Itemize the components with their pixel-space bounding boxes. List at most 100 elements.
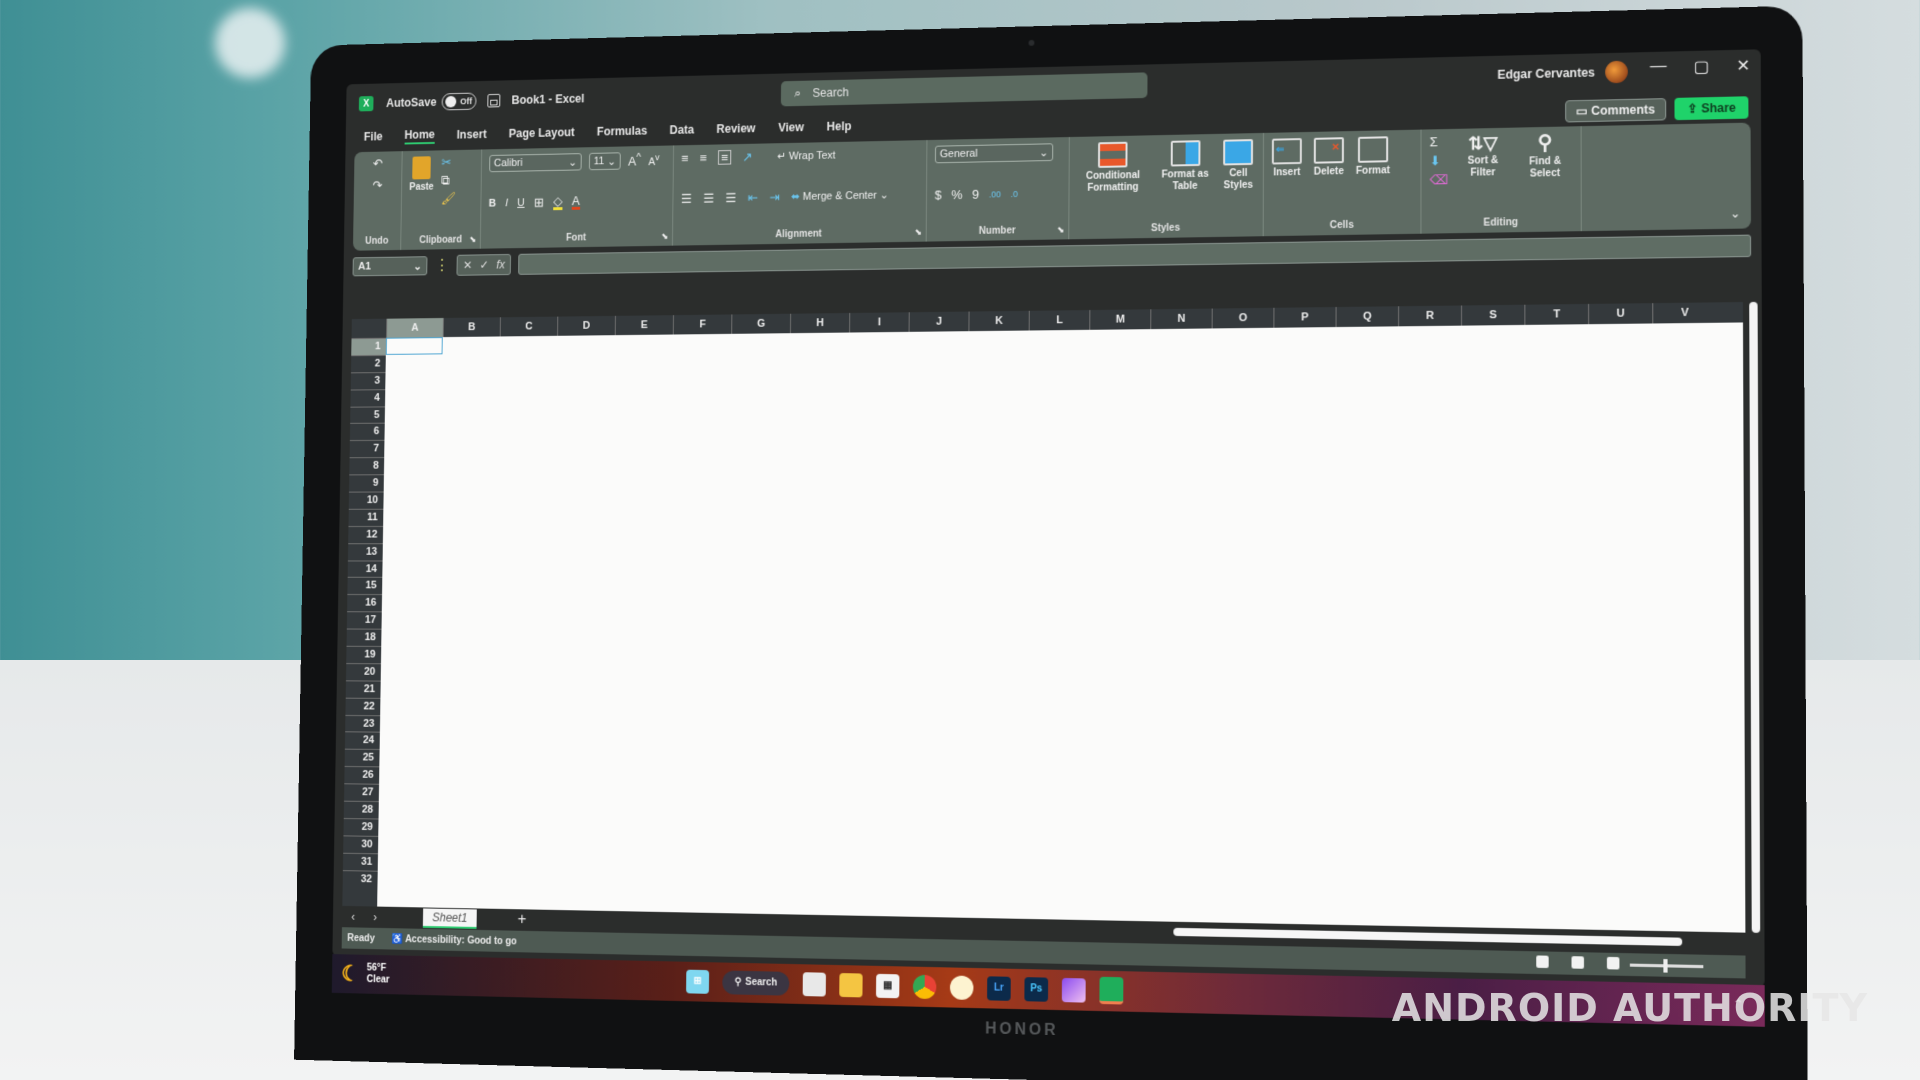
- row-header[interactable]: 20: [346, 663, 381, 680]
- clear-icon[interactable]: ⌫: [1430, 173, 1449, 186]
- insert-function-button[interactable]: fx: [496, 258, 505, 272]
- row-header[interactable]: 31: [343, 852, 378, 870]
- column-header[interactable]: B: [443, 317, 500, 337]
- task-view-icon[interactable]: [803, 972, 826, 996]
- column-header[interactable]: P: [1273, 307, 1335, 328]
- start-icon[interactable]: ⊞: [686, 969, 709, 993]
- column-header[interactable]: J: [909, 312, 969, 332]
- tab-data[interactable]: Data: [670, 123, 695, 137]
- decrease-indent-icon[interactable]: ⇤: [748, 191, 758, 204]
- row-header[interactable]: 21: [346, 680, 381, 697]
- save-icon[interactable]: [488, 94, 501, 108]
- accessibility-status[interactable]: ♿ Accessibility: Good to go: [391, 934, 517, 947]
- row-header[interactable]: 12: [348, 526, 383, 543]
- wrap-text-button[interactable]: ↵ Wrap Text: [777, 149, 835, 163]
- column-header[interactable]: I: [849, 312, 909, 332]
- row-header[interactable]: 15: [347, 577, 382, 594]
- borders-icon[interactable]: ⊞: [534, 196, 544, 209]
- insert-cells-button[interactable]: ⇐ Insert: [1272, 138, 1302, 179]
- row-header[interactable]: 18: [347, 629, 382, 646]
- conditional-formatting-button[interactable]: Conditional Formatting: [1077, 141, 1148, 194]
- chrome-icon[interactable]: [913, 974, 937, 999]
- normal-view-button[interactable]: [1536, 955, 1548, 968]
- column-header[interactable]: V: [1652, 302, 1717, 323]
- row-header[interactable]: 1: [351, 338, 386, 355]
- store-icon[interactable]: ▦: [876, 973, 899, 997]
- excel-taskbar-icon[interactable]: [1099, 977, 1123, 1005]
- restore-button[interactable]: ▢: [1694, 57, 1710, 78]
- row-header[interactable]: 23: [345, 715, 380, 733]
- column-header[interactable]: A: [386, 318, 443, 338]
- vertical-scrollbar[interactable]: [1749, 302, 1760, 933]
- row-header[interactable]: 26: [344, 766, 379, 784]
- tab-home[interactable]: Home: [404, 127, 435, 144]
- share-button[interactable]: ⇪ Share: [1675, 96, 1749, 120]
- tab-formulas[interactable]: Formulas: [597, 124, 647, 139]
- number-launcher-icon[interactable]: ⬊: [1057, 225, 1064, 236]
- increase-font-icon[interactable]: A^: [628, 153, 641, 168]
- format-painter-icon[interactable]: 🖌: [441, 192, 456, 205]
- font-size-select[interactable]: 11 ⌄: [589, 152, 621, 170]
- percent-button[interactable]: %: [951, 188, 962, 201]
- orientation-icon[interactable]: ↗: [742, 151, 752, 164]
- search-input[interactable]: ⌕ Search: [781, 72, 1148, 106]
- prev-sheet-button[interactable]: ‹: [342, 910, 364, 924]
- row-header[interactable]: 14: [348, 560, 383, 577]
- minimize-button[interactable]: —: [1650, 58, 1667, 79]
- row-header[interactable]: 17: [347, 612, 382, 629]
- column-header[interactable]: M: [1089, 309, 1150, 330]
- page-layout-view-button[interactable]: [1572, 956, 1584, 969]
- worksheet-grid[interactable]: ABCDEFGHIJKLMNOPQRSTUV 1 2 3 4 5 6 7 8 9 10 11 12 13…: [342, 302, 1745, 933]
- tab-insert[interactable]: Insert: [457, 127, 487, 141]
- align-center-icon[interactable]: ☰: [703, 191, 714, 204]
- zoom-slider-thumb[interactable]: [1663, 959, 1667, 973]
- redo-icon[interactable]: ↷: [373, 179, 383, 192]
- row-header[interactable]: 10: [349, 492, 384, 509]
- tab-help[interactable]: Help: [827, 119, 852, 133]
- row-header[interactable]: 7: [350, 440, 385, 457]
- onenote-icon[interactable]: [1062, 977, 1086, 1002]
- name-box[interactable]: A1 ⌄: [353, 256, 428, 276]
- align-left-icon[interactable]: ☰: [681, 192, 692, 205]
- zoom-slider[interactable]: [1630, 964, 1703, 969]
- row-header[interactable]: 2: [351, 355, 386, 372]
- autosave-toggle[interactable]: Off: [442, 93, 477, 111]
- column-header[interactable]: G: [731, 314, 790, 334]
- undo-icon[interactable]: ↶: [373, 157, 383, 170]
- fill-color-icon[interactable]: ◇: [553, 194, 562, 209]
- row-header[interactable]: 25: [345, 749, 380, 767]
- weather-widget[interactable]: ☾ 56°F Clear: [341, 961, 390, 988]
- increase-indent-icon[interactable]: ⇥: [769, 190, 779, 203]
- currency-button[interactable]: $: [935, 189, 942, 202]
- column-header[interactable]: H: [790, 313, 849, 333]
- column-header[interactable]: L: [1029, 310, 1090, 330]
- decrease-font-icon[interactable]: Av: [648, 153, 659, 167]
- row-header[interactable]: 29: [343, 818, 378, 836]
- comma-button[interactable]: 9: [972, 188, 979, 201]
- column-header[interactable]: T: [1524, 304, 1588, 325]
- font-launcher-icon[interactable]: ⬊: [661, 231, 668, 242]
- add-sheet-button[interactable]: +: [518, 911, 527, 929]
- tab-page-layout[interactable]: Page Layout: [509, 126, 575, 141]
- column-header[interactable]: R: [1398, 305, 1461, 326]
- column-header[interactable]: F: [673, 314, 732, 334]
- paste-button[interactable]: Paste: [409, 156, 434, 193]
- row-header[interactable]: 4: [350, 389, 385, 406]
- column-header[interactable]: D: [557, 316, 615, 336]
- column-header[interactable]: E: [615, 315, 673, 335]
- align-bottom-icon[interactable]: ≡: [718, 150, 731, 165]
- fill-icon[interactable]: ⬇: [1430, 154, 1449, 167]
- next-sheet-button[interactable]: ›: [364, 910, 386, 924]
- column-header[interactable]: N: [1150, 309, 1211, 330]
- column-header[interactable]: C: [500, 317, 558, 337]
- row-header[interactable]: 11: [348, 509, 383, 526]
- font-name-select[interactable]: Calibri ⌄: [489, 153, 582, 172]
- ribbon-expand-icon[interactable]: ⌄: [1730, 206, 1741, 220]
- selected-cell[interactable]: [386, 337, 443, 355]
- row-header[interactable]: 16: [347, 594, 382, 611]
- row-header[interactable]: 30: [343, 835, 378, 853]
- underline-button[interactable]: U: [517, 197, 524, 209]
- decrease-decimal-button[interactable]: .0: [1011, 189, 1018, 199]
- increase-decimal-button[interactable]: .00: [989, 189, 1001, 199]
- align-middle-icon[interactable]: ≡: [700, 151, 707, 164]
